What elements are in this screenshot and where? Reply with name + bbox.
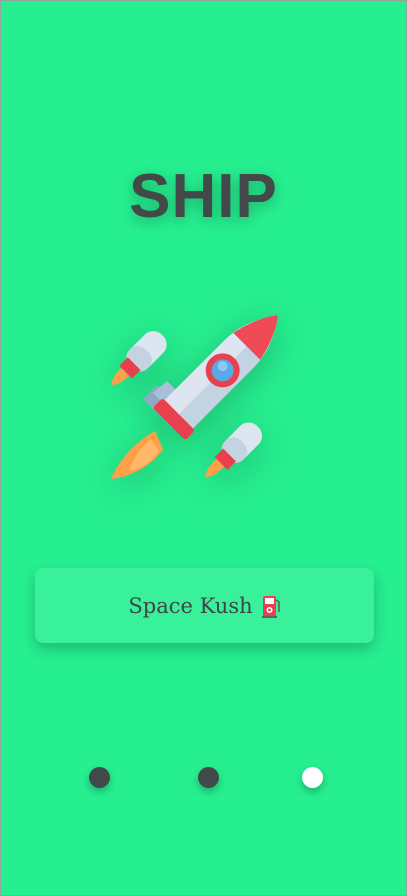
card-label: Space Kush	[128, 593, 253, 618]
page-dot-1[interactable]	[89, 767, 110, 788]
page-dot-3-active[interactable]	[302, 767, 323, 788]
rocket-icon	[111, 315, 278, 479]
page-dot-2[interactable]	[198, 767, 219, 788]
space-kush-card[interactable]: Space Kush	[35, 568, 374, 643]
fuel-pump-icon	[261, 595, 280, 618]
page-indicator	[1, 767, 406, 793]
page-title: SHIP	[129, 162, 278, 231]
onboarding-screen: SHIP Space Kush	[0, 0, 407, 896]
